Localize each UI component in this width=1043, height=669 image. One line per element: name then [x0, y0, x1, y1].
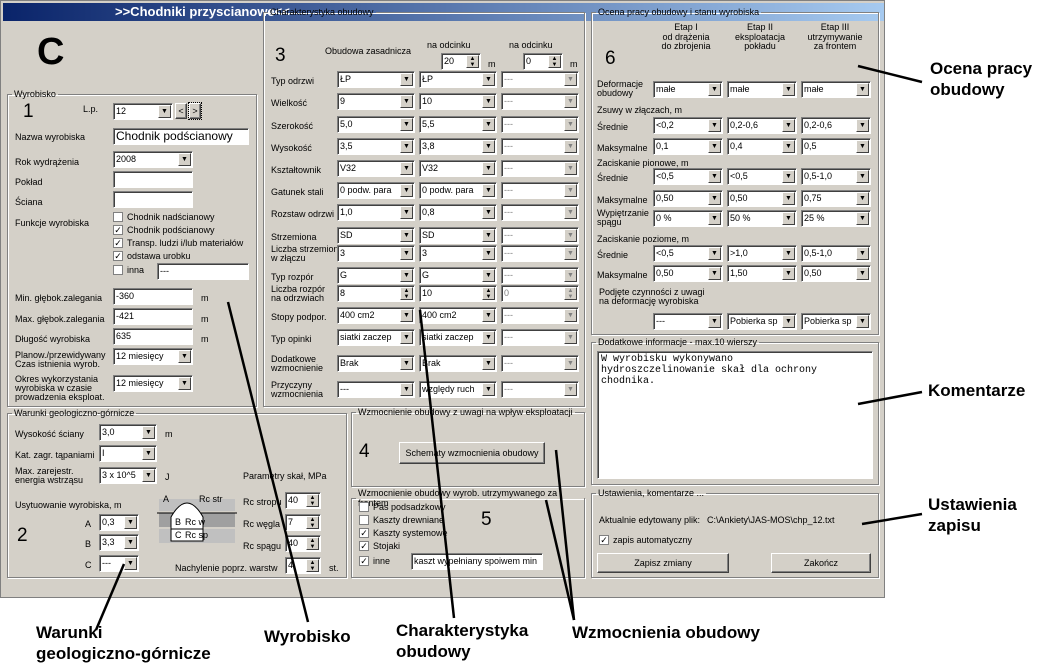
annotation-ustawienia: Ustawienia zapisu — [928, 495, 1017, 535]
annotation-komentarze: Komentarze — [928, 381, 1026, 400]
annotation-wyrobisko: Wyrobisko — [264, 627, 351, 646]
annotation-warunki: Warunki geologiczno-górnicze — [36, 623, 211, 663]
annotation-wzmocnienia: Wzmocnienia obudowy — [572, 623, 760, 642]
annotation-charakterystyka: Charakterystyka obudowy — [396, 621, 529, 661]
annotation-lines — [94, 64, 923, 631]
annotation-ocena: Ocena pracy obudowy — [930, 59, 1033, 99]
